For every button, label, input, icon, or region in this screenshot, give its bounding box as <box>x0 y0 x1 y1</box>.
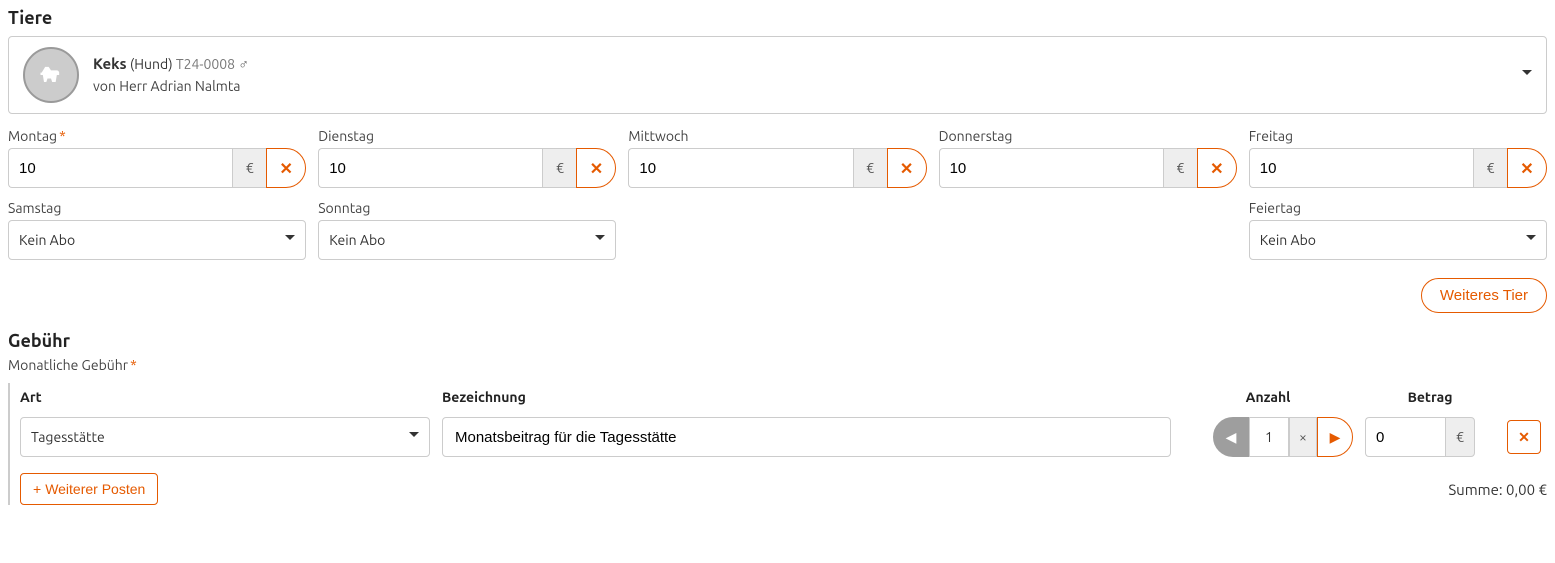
qty-value: 1 <box>1249 417 1289 457</box>
label-sonntag: Sonntag <box>318 200 616 216</box>
label-donnerstag: Donnerstag <box>939 128 1237 144</box>
animal-avatar <box>23 47 79 103</box>
qty-decrement[interactable]: ◀ <box>1213 417 1249 457</box>
chevron-down-icon <box>285 232 295 248</box>
plus-icon: + <box>33 481 41 497</box>
day-dienstag: Dienstag € ✕ <box>318 128 616 188</box>
fee-art-value: Tagesstätte <box>31 429 105 445</box>
day-freitag: Freitag € ✕ <box>1249 128 1547 188</box>
weekday-grid: Montag* € ✕ Dienstag € ✕ Mittwoch € ✕ Do… <box>8 128 1547 188</box>
clear-freitag[interactable]: ✕ <box>1507 148 1547 188</box>
fee-amount: € <box>1365 417 1495 457</box>
fee-subtitle: Monatliche Gebühr* <box>8 357 1547 373</box>
animal-species: (Hund) <box>130 56 173 72</box>
day-feiertag: Feiertag Kein Abo <box>1249 200 1547 260</box>
input-dienstag[interactable] <box>318 148 542 188</box>
amount-unit: € <box>1445 417 1475 457</box>
section-title-fee: Gebühr <box>8 331 1547 351</box>
select-samstag[interactable]: Kein Abo <box>8 220 306 260</box>
col-betrag: Betrag <box>1365 389 1495 405</box>
expand-animal-toggle[interactable] <box>1522 67 1532 83</box>
label-dienstag: Dienstag <box>318 128 616 144</box>
input-donnerstag[interactable] <box>939 148 1163 188</box>
fee-row-delete[interactable]: ✕ <box>1507 420 1541 454</box>
label-feiertag: Feiertag <box>1249 200 1547 216</box>
label-mittwoch: Mittwoch <box>628 128 926 144</box>
add-fee-item-label: Weiterer Posten <box>45 481 145 497</box>
day-samstag: Samstag Kein Abo <box>8 200 306 260</box>
weekend-grid: Samstag Kein Abo Sonntag Kein Abo Feiert… <box>8 200 1547 260</box>
animal-meta: Keks (Hund) T24-0008 ♂ von Herr Adrian N… <box>93 53 249 97</box>
unit-montag: € <box>232 148 266 188</box>
col-art: Art <box>20 389 430 405</box>
add-fee-item-button[interactable]: + Weiterer Posten <box>20 473 158 505</box>
clear-dienstag[interactable]: ✕ <box>576 148 616 188</box>
animal-owner: von Herr Adrian Nalmta <box>93 76 249 97</box>
fee-sum: Summe: 0,00 € <box>1448 481 1547 498</box>
input-montag[interactable] <box>8 148 232 188</box>
label-montag: Montag* <box>8 128 306 144</box>
select-samstag-value: Kein Abo <box>19 232 75 248</box>
fee-qty: ◀ 1 × ▶ <box>1183 417 1353 457</box>
dog-icon <box>37 61 65 89</box>
select-sonntag-value: Kein Abo <box>329 232 385 248</box>
section-title-tiere: Tiere <box>8 8 1547 28</box>
day-mittwoch: Mittwoch € ✕ <box>628 128 926 188</box>
fee-bez-input[interactable] <box>442 417 1171 457</box>
input-mittwoch[interactable] <box>628 148 852 188</box>
fee-header-row: Art Bezeichnung Anzahl Betrag <box>10 383 1547 411</box>
male-icon: ♂ <box>238 56 249 72</box>
fee-art-select[interactable]: Tagesstätte <box>20 417 430 457</box>
animal-name: Keks <box>93 55 127 72</box>
select-feiertag[interactable]: Kein Abo <box>1249 220 1547 260</box>
qty-increment[interactable]: ▶ <box>1317 417 1353 457</box>
select-feiertag-value: Kein Abo <box>1260 232 1316 248</box>
add-animal-button[interactable]: Weiteres Tier <box>1421 278 1547 313</box>
day-donnerstag: Donnerstag € ✕ <box>939 128 1237 188</box>
amount-input[interactable] <box>1365 417 1445 457</box>
day-sonntag: Sonntag Kein Abo <box>318 200 616 260</box>
clear-mittwoch[interactable]: ✕ <box>887 148 927 188</box>
unit-mittwoch: € <box>853 148 887 188</box>
day-montag: Montag* € ✕ <box>8 128 306 188</box>
unit-dienstag: € <box>542 148 576 188</box>
label-samstag: Samstag <box>8 200 306 216</box>
qty-multiply-symbol: × <box>1289 417 1317 457</box>
clear-donnerstag[interactable]: ✕ <box>1197 148 1237 188</box>
unit-donnerstag: € <box>1163 148 1197 188</box>
chevron-down-icon <box>1526 232 1536 248</box>
fee-footer: + Weiterer Posten Summe: 0,00 € <box>10 463 1547 505</box>
select-sonntag[interactable]: Kein Abo <box>318 220 616 260</box>
fee-table: Art Bezeichnung Anzahl Betrag Tagesstätt… <box>8 383 1547 505</box>
input-freitag[interactable] <box>1249 148 1473 188</box>
clear-montag[interactable]: ✕ <box>266 148 306 188</box>
unit-freitag: € <box>1473 148 1507 188</box>
col-anzahl: Anzahl <box>1183 389 1353 405</box>
label-freitag: Freitag <box>1249 128 1547 144</box>
animal-id: T24-0008 <box>176 56 235 72</box>
animal-card[interactable]: Keks (Hund) T24-0008 ♂ von Herr Adrian N… <box>8 36 1547 114</box>
col-bez: Bezeichnung <box>442 389 1171 405</box>
fee-row: Tagesstätte ◀ 1 × ▶ € ✕ <box>10 411 1547 463</box>
chevron-down-icon <box>409 429 419 445</box>
chevron-down-icon <box>595 232 605 248</box>
